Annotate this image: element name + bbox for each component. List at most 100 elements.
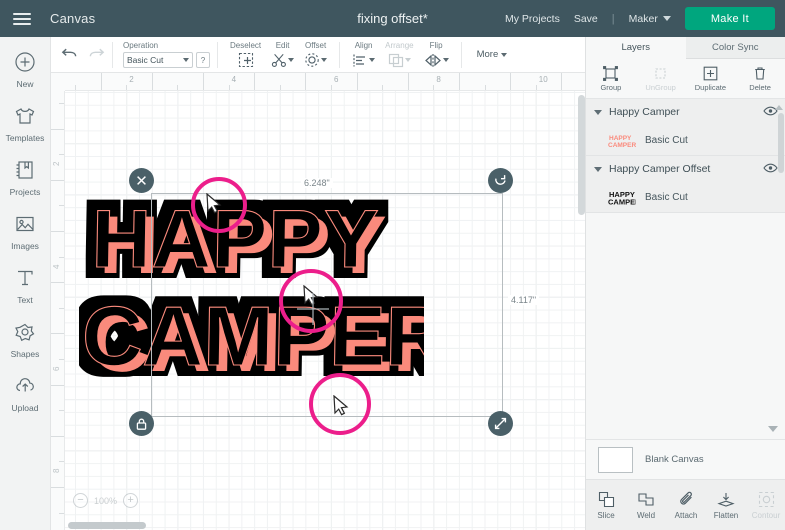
operation-help-button[interactable]: ?: [196, 52, 210, 68]
ruler-tick: [305, 73, 307, 90]
ruler-label: 4: [52, 264, 61, 269]
offset-button[interactable]: Offset: [299, 41, 332, 69]
vertical-ruler[interactable]: 2 4 6 8: [51, 91, 65, 530]
sidebar-label-text: Text: [17, 295, 33, 305]
ruler-tick: [151, 73, 153, 90]
ruler-tick: [407, 73, 409, 90]
sidebar-item-new[interactable]: New: [0, 47, 51, 89]
design-canvas[interactable]: HAPPY CAMPER HAPPY CAMPER HAPPY CAMPER 6…: [51, 73, 585, 530]
flatten-icon: [717, 490, 735, 508]
sidebar-item-projects[interactable]: Projects: [0, 155, 51, 197]
chevron-down-icon[interactable]: [594, 109, 602, 115]
delete-button[interactable]: Delete: [735, 59, 785, 98]
svg-text:CAMPER: CAMPER: [608, 197, 636, 205]
layer-group-happy-camper-offset: Happy Camper Offset HAPPY CAMPER: [586, 156, 785, 213]
selection-bounding-box[interactable]: [151, 193, 503, 417]
edit-label: Edit: [275, 40, 290, 50]
ruler-tick: [535, 85, 537, 90]
shape-operations-bar: Slice Weld Attach Flatten Contour: [586, 479, 785, 530]
operation-select[interactable]: Basic Cut: [123, 52, 193, 68]
toolbar-divider: [217, 41, 218, 68]
panel-collapse-icon[interactable]: [768, 426, 778, 432]
arrange-label: Arrange: [385, 40, 414, 50]
layer-header[interactable]: Happy Camper Offset: [586, 156, 785, 182]
attach-button[interactable]: Attach: [666, 480, 706, 530]
sidebar-item-images[interactable]: Images: [0, 209, 51, 251]
sidebar-item-upload[interactable]: Upload: [0, 371, 51, 413]
ruler-tick: [59, 205, 64, 207]
undo-icon[interactable]: [61, 46, 78, 63]
ruler-tick: [51, 128, 64, 130]
toolbar-divider: [339, 41, 341, 68]
save-button[interactable]: Save: [574, 13, 598, 25]
layers-list: Happy Camper HAPPY CAMPER Basic Cut Happ…: [586, 99, 785, 488]
horizontal-ruler[interactable]: 2 4 6 8 10: [51, 73, 585, 91]
my-projects-link[interactable]: My Projects: [505, 13, 560, 25]
flatten-button[interactable]: Flatten: [706, 480, 746, 530]
rotate-selection-handle[interactable]: [488, 168, 513, 193]
canvas-color-label: Blank Canvas: [645, 454, 704, 465]
hamburger-menu-icon[interactable]: [0, 0, 44, 37]
sidebar-item-text[interactable]: Text: [0, 263, 51, 305]
make-it-button[interactable]: Make It: [684, 7, 775, 30]
sidebar-item-shapes[interactable]: Shapes: [0, 317, 51, 359]
layer-header[interactable]: Happy Camper: [586, 99, 785, 125]
flip-label: Flip: [429, 40, 443, 50]
more-menu-button[interactable]: More: [477, 49, 508, 60]
zoom-in-button[interactable]: +: [123, 493, 139, 508]
sidebar-label-upload: Upload: [11, 403, 39, 413]
resize-selection-handle[interactable]: [488, 411, 513, 436]
chevron-down-icon: [321, 58, 328, 62]
canvas-color-swatch[interactable]: [598, 446, 633, 473]
ruler-tick: [59, 461, 64, 463]
canvas-color-row: Blank Canvas: [586, 426, 785, 479]
layer-child-row[interactable]: HAPPY CAMPER Basic Cut: [586, 125, 785, 155]
canvas-vertical-scrollbar[interactable]: [578, 95, 585, 215]
chevron-down-icon: [288, 58, 295, 62]
contour-button: Contour: [746, 480, 785, 530]
ruler-tick: [59, 359, 64, 360]
ruler-corner: [51, 73, 65, 91]
redo-icon[interactable]: [88, 46, 105, 63]
layer-child-row[interactable]: HAPPY CAMPER Basic Cut: [586, 182, 785, 212]
text-t-icon: [10, 263, 40, 293]
align-label: Align: [354, 40, 373, 50]
sidebar-label-templates: Templates: [5, 133, 45, 143]
tshirt-icon: [10, 101, 40, 131]
ruler-tick: [254, 73, 256, 90]
align-button[interactable]: Align: [347, 41, 380, 69]
duplicate-button[interactable]: Duplicate: [686, 59, 736, 98]
edit-button[interactable]: Edit: [266, 41, 299, 69]
sidebar-item-templates[interactable]: Templates: [0, 101, 51, 143]
ruler-tick: [59, 512, 64, 514]
more-label: More: [476, 49, 499, 60]
layer-group-happy-camper: Happy Camper HAPPY CAMPER Basic Cut: [586, 99, 785, 156]
selection-width-label: 6.248": [301, 178, 333, 188]
ruler-tick: [356, 73, 358, 90]
weld-button[interactable]: Weld: [626, 480, 666, 530]
delete-selection-handle[interactable]: [129, 168, 154, 193]
undo-redo-group: [51, 46, 105, 63]
ruler-tick: [51, 333, 64, 335]
layers-scroll-up-icon[interactable]: [775, 105, 783, 110]
ruler-tick: [100, 73, 102, 90]
toolbar-divider: [112, 41, 113, 68]
arrange-button: Arrange: [380, 41, 418, 69]
machine-selector[interactable]: Maker: [629, 13, 671, 25]
deselect-button[interactable]: Deselect: [225, 41, 266, 69]
ruler-label: 6: [52, 366, 61, 371]
ruler-label: 2: [129, 75, 134, 84]
slice-button[interactable]: Slice: [586, 480, 626, 530]
eye-icon[interactable]: [763, 163, 778, 176]
layers-scrollbar[interactable]: [778, 113, 784, 173]
trash-icon: [753, 65, 767, 81]
group-button[interactable]: Group: [586, 59, 636, 98]
canvas-horizontal-scrollbar[interactable]: [68, 522, 146, 529]
tab-color-sync[interactable]: Color Sync: [685, 37, 785, 59]
ruler-tick: [59, 307, 64, 309]
lock-aspect-handle[interactable]: [129, 411, 154, 436]
chevron-down-icon[interactable]: [594, 166, 602, 172]
flip-button[interactable]: Flip: [419, 41, 454, 69]
zoom-out-button[interactable]: −: [73, 493, 88, 508]
tab-layers[interactable]: Layers: [586, 37, 686, 59]
